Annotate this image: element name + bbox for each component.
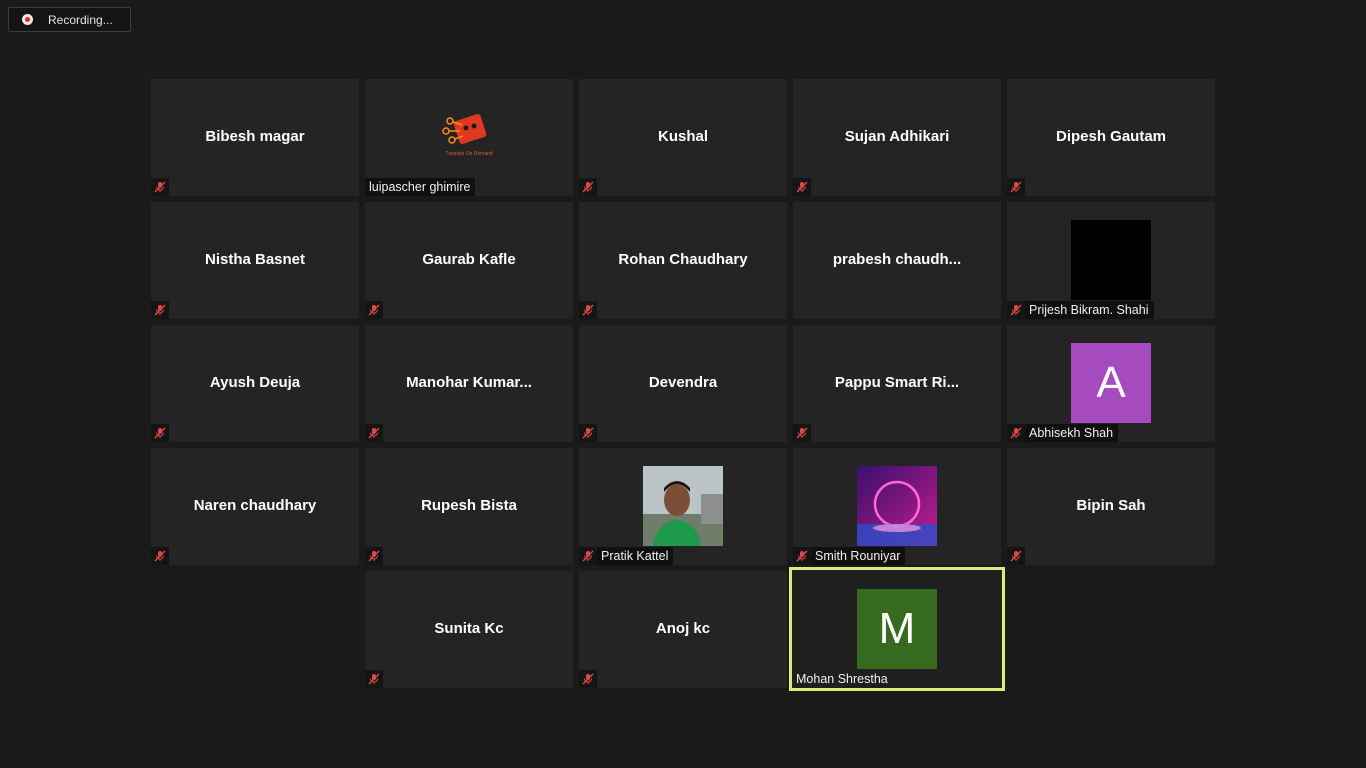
participant-label: Smith Rouniyar — [793, 547, 906, 565]
participant-name: Prijesh Bikram. Shahi — [1029, 303, 1149, 317]
participant-tile[interactable]: A Abhisekh Shah — [1007, 325, 1215, 442]
mic-muted-icon — [151, 178, 169, 196]
participant-tile[interactable]: Manohar Kumar... — [365, 325, 573, 442]
active-speaker-tile[interactable]: M Mohan Shrestha — [789, 567, 1005, 691]
mic-muted-icon — [365, 301, 383, 319]
mic-muted-icon — [1007, 301, 1025, 319]
participant-tile[interactable]: Anoj kc — [579, 571, 787, 688]
participant-tile[interactable]: Bipin Sah — [1007, 448, 1215, 565]
participant-tile[interactable]: Smith Rouniyar — [793, 448, 1001, 565]
mic-muted-icon — [365, 670, 383, 688]
participant-name: Sunita Kc — [434, 620, 504, 637]
participant-name: Abhisekh Shah — [1029, 426, 1114, 440]
participant-name: Kushal — [657, 128, 708, 145]
mic-muted-icon — [365, 424, 383, 442]
participant-tile[interactable]: Pappu Smart Ri... — [793, 325, 1001, 442]
mic-muted-icon — [579, 670, 597, 688]
participant-name: Pappu Smart Ri... — [834, 374, 960, 391]
mic-muted-icon — [793, 178, 811, 196]
logo-caption: Tutorials On Demand — [445, 151, 493, 157]
participant-tile[interactable]: Rohan Chaudhary — [579, 202, 787, 319]
participant-name: Smith Rouniyar — [815, 549, 901, 563]
participant-name: Anoj kc — [655, 620, 711, 637]
mic-muted-icon — [793, 424, 811, 442]
mic-muted-icon — [579, 301, 597, 319]
participant-tile[interactable]: Naren chaudhary — [151, 448, 359, 565]
recording-label: Recording... — [48, 12, 113, 27]
record-dot-icon — [22, 14, 33, 25]
participant-name: Mohan Shrestha — [796, 672, 888, 686]
participant-name: Bipin Sah — [1076, 497, 1146, 514]
participant-label: luipascher ghimire — [365, 178, 476, 196]
video-feed — [1071, 220, 1151, 300]
participant-name: prabesh chaudh... — [832, 251, 962, 268]
participant-name: Sujan Adhikari — [844, 128, 950, 145]
profile-photo — [643, 466, 723, 546]
participant-name: Ayush Deuja — [209, 374, 301, 391]
participant-tile[interactable]: prabesh chaudh... — [793, 202, 1001, 319]
participant-tile[interactable]: Pratik Kattel — [579, 448, 787, 565]
participant-label: Prijesh Bikram. Shahi — [1007, 301, 1154, 319]
participant-label: Mohan Shrestha — [792, 670, 893, 688]
participant-name: Dipesh Gautam — [1055, 128, 1167, 145]
mic-muted-icon — [151, 547, 169, 565]
participant-tile[interactable]: Sujan Adhikari — [793, 79, 1001, 196]
participant-name: Naren chaudhary — [193, 497, 317, 514]
recording-indicator[interactable]: Recording... — [8, 7, 131, 32]
participant-name: Gaurab Kafle — [422, 251, 516, 268]
participant-label: Pratik Kattel — [579, 547, 674, 565]
participant-tile[interactable]: Gaurab Kafle — [365, 202, 573, 319]
mic-muted-icon — [365, 547, 383, 565]
mic-muted-icon — [579, 178, 597, 196]
participant-tile[interactable]: Tutorials On Demand luipascher ghimire — [365, 79, 573, 196]
participant-name: Devendra — [648, 374, 718, 391]
participant-name: Bibesh magar — [205, 128, 305, 145]
mic-muted-icon — [793, 547, 811, 565]
participant-tile[interactable]: Dipesh Gautam — [1007, 79, 1215, 196]
participant-tile[interactable]: Rupesh Bista — [365, 448, 573, 565]
participant-tile[interactable]: Kushal — [579, 79, 787, 196]
avatar: A — [1071, 343, 1151, 423]
participant-tile[interactable]: Prijesh Bikram. Shahi — [1007, 202, 1215, 319]
mic-muted-icon — [151, 424, 169, 442]
mic-muted-icon — [151, 301, 169, 319]
participant-name: luipascher ghimire — [369, 180, 471, 194]
participant-tile[interactable]: Devendra — [579, 325, 787, 442]
participant-tile[interactable]: Sunita Kc — [365, 571, 573, 688]
participant-tile[interactable]: Nistha Basnet — [151, 202, 359, 319]
participant-tile[interactable]: Bibesh magar — [151, 79, 359, 196]
mic-muted-icon — [1007, 178, 1025, 196]
participant-name: Rohan Chaudhary — [618, 251, 748, 268]
avatar: M — [857, 589, 937, 669]
participant-tile[interactable]: Ayush Deuja — [151, 325, 359, 442]
participant-name: Nistha Basnet — [204, 251, 306, 268]
participant-name: Manohar Kumar... — [406, 374, 532, 391]
participant-name: Pratik Kattel — [601, 549, 669, 563]
mic-muted-icon — [579, 547, 597, 565]
mic-muted-icon — [579, 424, 597, 442]
mic-muted-icon — [1007, 547, 1025, 565]
participant-name: Rupesh Bista — [421, 497, 517, 514]
mic-muted-icon — [1007, 424, 1025, 442]
participant-label: Abhisekh Shah — [1007, 424, 1119, 442]
profile-photo — [857, 466, 937, 546]
